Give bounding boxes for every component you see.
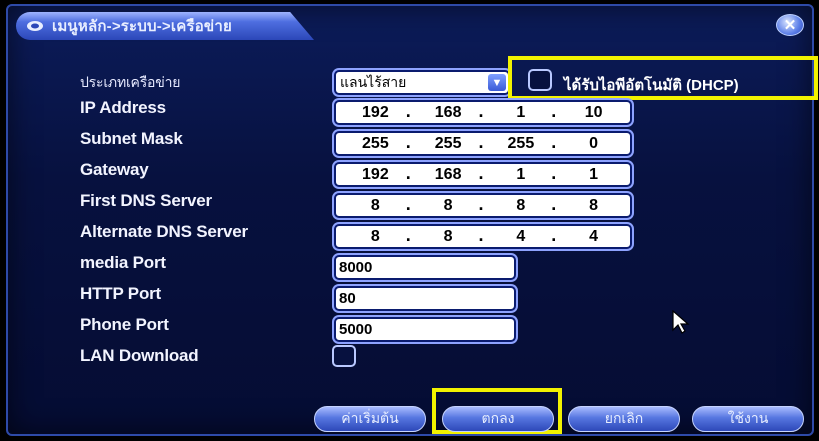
ip-octet-2[interactable]: 168 (412, 104, 485, 122)
subnet-mask-field[interactable]: 255 255 255 0 (334, 131, 632, 156)
network-settings-window: เมนูหลัก->ระบบ->เครือข่าย ✕ ประเภทเครือข… (6, 4, 818, 436)
ok-button[interactable]: ตกลง (442, 406, 554, 432)
alt-dns-octet-2[interactable]: 8 (412, 228, 485, 246)
first-dns-label: First DNS Server (80, 191, 212, 210)
phone-port-label: Phone Port (80, 315, 169, 334)
media-port-value: 8000 (339, 259, 373, 276)
dhcp-label: ได้รับไอพีอัตโนมัติ (DHCP) (564, 77, 739, 94)
ip-octet-3[interactable]: 1 (485, 104, 558, 122)
first-dns-octet-2[interactable]: 8 (412, 197, 485, 215)
first-dns-field[interactable]: 8 8 8 8 (334, 193, 632, 218)
media-port-label: media Port (80, 253, 166, 272)
menu-icon (27, 21, 43, 31)
ip-octet-4[interactable]: 10 (557, 104, 630, 122)
lan-download-label: LAN Download (80, 346, 199, 365)
gateway-field[interactable]: 192 168 1 1 (334, 162, 632, 187)
cancel-button[interactable]: ยกเลิก (568, 406, 680, 432)
first-dns-octet-3[interactable]: 8 (485, 197, 558, 215)
ip-address-label: IP Address (80, 98, 166, 117)
first-dns-octet-1[interactable]: 8 (339, 197, 412, 215)
chevron-down-icon[interactable]: ▼ (488, 74, 506, 91)
gateway-label: Gateway (80, 160, 149, 179)
network-type-value: แลนไร้สาย (340, 73, 407, 90)
default-button[interactable]: ค่าเริ่มต้น (314, 406, 426, 432)
http-port-value: 80 (339, 290, 356, 307)
breadcrumb: เมนูหลัก->ระบบ->เครือข่าย (52, 18, 232, 35)
close-button[interactable]: ✕ (776, 14, 804, 36)
alt-dns-field[interactable]: 8 8 4 4 (334, 224, 632, 249)
mouse-cursor-icon (672, 310, 690, 334)
network-type-label: ประเภทเครือข่าย (80, 74, 181, 90)
http-port-field[interactable]: 80 (334, 286, 516, 311)
phone-port-value: 5000 (339, 321, 373, 338)
ip-address-field[interactable]: 192 168 1 10 (334, 100, 632, 125)
alt-dns-label: Alternate DNS Server (80, 222, 248, 241)
network-type-select[interactable]: แลนไร้สาย ▼ (334, 70, 510, 95)
phone-port-field[interactable]: 5000 (334, 317, 516, 342)
gateway-octet-4[interactable]: 1 (557, 166, 630, 184)
dhcp-checkbox[interactable] (528, 69, 552, 91)
title-bar: เมนูหลัก->ระบบ->เครือข่าย (16, 12, 314, 40)
subnet-octet-4[interactable]: 0 (557, 135, 630, 153)
apply-button[interactable]: ใช้งาน (692, 406, 804, 432)
gateway-octet-3[interactable]: 1 (485, 166, 558, 184)
media-port-field[interactable]: 8000 (334, 255, 516, 280)
first-dns-octet-4[interactable]: 8 (557, 197, 630, 215)
lan-download-checkbox[interactable] (332, 345, 356, 367)
ip-octet-1[interactable]: 192 (339, 104, 412, 122)
alt-dns-octet-1[interactable]: 8 (339, 228, 412, 246)
gateway-octet-2[interactable]: 168 (412, 166, 485, 184)
subnet-octet-2[interactable]: 255 (412, 135, 485, 153)
http-port-label: HTTP Port (80, 284, 162, 303)
subnet-octet-1[interactable]: 255 (339, 135, 412, 153)
subnet-octet-3[interactable]: 255 (485, 135, 558, 153)
subnet-mask-label: Subnet Mask (80, 129, 183, 148)
gateway-octet-1[interactable]: 192 (339, 166, 412, 184)
alt-dns-octet-4[interactable]: 4 (557, 228, 630, 246)
alt-dns-octet-3[interactable]: 4 (485, 228, 558, 246)
